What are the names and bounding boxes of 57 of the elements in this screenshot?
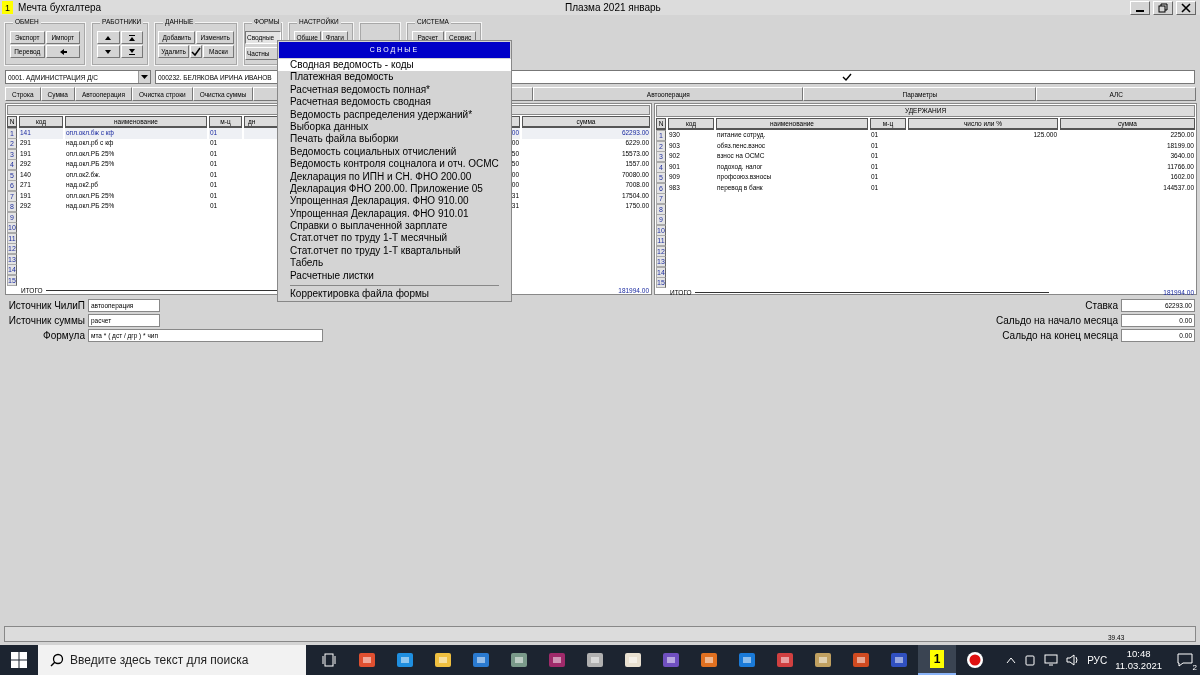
restore-button[interactable] [1153, 0, 1173, 15]
chat-bubble-icon [1177, 653, 1193, 667]
clock-date[interactable]: 11.03.2021 [1115, 660, 1162, 672]
field-label: Сальдо на начало месяца [995, 314, 1118, 326]
monitor-icon[interactable] [1044, 654, 1059, 666]
chevron-up-icon[interactable] [1006, 656, 1017, 664]
close-button[interactable] [1176, 0, 1196, 15]
menu-item[interactable]: Стат.отчет по труду 1-Т квартальный [278, 244, 511, 258]
task-view-icon [322, 653, 336, 667]
field-label: Источник суммы [7, 314, 85, 326]
app-badge: 1 [2, 1, 13, 14]
menu-item[interactable]: Упрощенная Декларация. ФНО 910.00 [278, 195, 511, 208]
window-title: Мечта бухгалтера [18, 2, 102, 13]
notifications-button[interactable]: 2 [1170, 645, 1200, 675]
toolbar-button[interactable] [97, 31, 120, 44]
toolbar-button[interactable] [97, 45, 120, 58]
menu-item[interactable]: Сводная ведомость - коды [278, 59, 511, 72]
field-label: Источник ЧилиП [7, 299, 85, 311]
dropdown-arrow-icon [141, 74, 148, 80]
language-indicator[interactable]: РУС [1087, 654, 1108, 666]
menu-item[interactable]: Платежная ведомость [278, 71, 511, 84]
minimize-button[interactable] [1130, 0, 1150, 15]
menu-item[interactable]: Печать файла выборки [278, 133, 511, 146]
record-icon [966, 651, 984, 669]
close-icon [1181, 2, 1191, 13]
menu-item[interactable]: Стат.отчет по труду 1-Т месячный [278, 232, 511, 245]
checkmark-icon [842, 72, 852, 82]
bottom-arrow-icon [126, 46, 137, 57]
minimize-icon [1136, 9, 1144, 12]
toolbar-button[interactable] [190, 45, 202, 58]
field-label: Формула [42, 329, 85, 341]
restore-icon [1158, 2, 1168, 13]
menu-item[interactable]: Расчетная ведомость сводная [278, 96, 511, 109]
windows-logo-icon [11, 652, 27, 668]
top-arrow-icon [126, 32, 137, 43]
field-label: Сальдо на конец месяца [1002, 329, 1118, 341]
menu-item[interactable]: Расчетные листки [278, 269, 511, 283]
toolbar-button[interactable] [45, 45, 80, 58]
menu-item[interactable]: Расчетная ведомость полная* [278, 83, 511, 97]
clock-time[interactable]: 10:48 [1126, 648, 1151, 660]
menu-item[interactable]: Декларация по ИПН и СН. ФНО 200.00 [278, 170, 511, 183]
toolbar-button[interactable] [120, 45, 143, 58]
menu-item[interactable]: Ведомость социальных отчислений [278, 145, 511, 159]
menu-item[interactable]: Справки о выплаченной зарплате [278, 220, 511, 233]
field-label: Ставка [1085, 299, 1118, 311]
menu-item[interactable]: Корректировка файла формы [278, 288, 511, 301]
menu-item[interactable]: Ведомость контроля соцналога и отч. ОСМС [278, 158, 511, 171]
toolbar-button[interactable] [120, 31, 143, 44]
period-title: Плазма 2021 январь [565, 2, 661, 13]
search-field[interactable]: Введите здесь текст для поиска [38, 645, 306, 675]
menu-item[interactable]: Упрощенная Декларация. ФНО 910.01 [278, 207, 511, 221]
menu-item[interactable]: Табель [278, 257, 511, 270]
search-icon [50, 653, 64, 667]
menu-item[interactable]: Декларация ФНО 200.00. Приложение 05 [278, 182, 511, 196]
checkmark-icon [191, 46, 201, 57]
speaker-icon[interactable] [1066, 654, 1080, 666]
taskbar-app-button[interactable]: 1 [918, 645, 956, 675]
